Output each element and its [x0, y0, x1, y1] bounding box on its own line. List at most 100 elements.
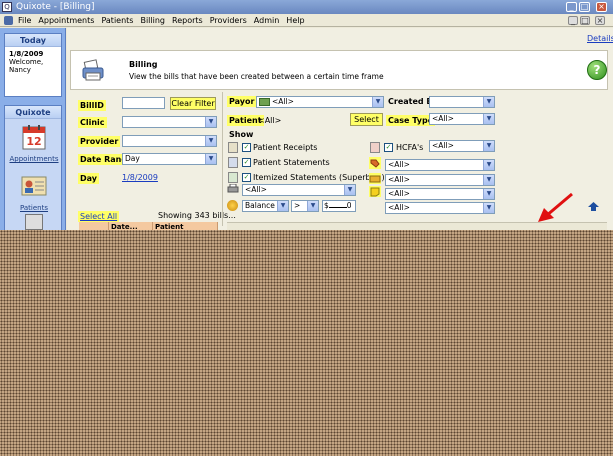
window-title: Quixote - [Billing] — [16, 2, 95, 12]
details-link[interactable]: Details — [587, 34, 613, 43]
tag-icon — [369, 157, 381, 169]
window-titlebar: Q Quixote - [Billing] _ □ × — [0, 0, 613, 14]
show-label: Show — [229, 130, 254, 139]
billing-printer-icon — [81, 59, 105, 83]
welcome-text: Welcome, — [9, 58, 44, 66]
patient-receipts-checkbox[interactable]: ✓ — [242, 143, 251, 152]
home-up-icon[interactable] — [588, 202, 599, 211]
printer-select[interactable]: <All> ▼ — [242, 184, 356, 196]
billid-input[interactable] — [122, 97, 165, 109]
nav-patients[interactable]: Patients — [5, 172, 63, 212]
chevron-down-icon[interactable]: ▼ — [307, 201, 318, 211]
case-type-select[interactable]: <All> ▼ — [429, 113, 495, 125]
chevron-down-icon[interactable]: ▼ — [483, 141, 494, 151]
hcfas-select[interactable]: <All> ▼ — [429, 140, 495, 152]
annotation-arrow-icon — [534, 190, 578, 224]
menu-patients[interactable]: Patients — [101, 14, 133, 27]
hcfas-checkbox[interactable]: ✓ — [384, 143, 393, 152]
quixote-header: Quixote — [5, 106, 61, 119]
balance-select[interactable]: Balance ▼ — [242, 200, 289, 212]
chevron-down-icon[interactable]: ▼ — [205, 117, 216, 127]
day-label: Day — [78, 173, 100, 184]
hcfa-icon — [370, 142, 380, 153]
clinic-select[interactable]: ▼ — [122, 116, 217, 128]
menu-billing[interactable]: Billing — [140, 14, 165, 27]
chevron-down-icon[interactable]: ▼ — [483, 160, 494, 170]
help-icon[interactable]: ? — [587, 60, 607, 80]
mdi-close-button[interactable]: × — [595, 16, 605, 25]
filter-select-1[interactable]: <All> ▼ — [385, 159, 495, 171]
payor-icon — [259, 98, 270, 106]
amount-input[interactable]: $0 — [322, 200, 356, 212]
bill-count-text: Showing 343 bills... — [158, 211, 236, 220]
note-icon — [369, 186, 381, 197]
chevron-down-icon[interactable]: ▼ — [483, 189, 494, 199]
column-divider — [222, 92, 223, 226]
provider-select[interactable]: ▼ — [122, 135, 217, 147]
menu-admin[interactable]: Admin — [254, 14, 280, 27]
itemized-statements-checkbox[interactable]: ✓ — [242, 173, 251, 182]
chevron-down-icon[interactable]: ▼ — [483, 175, 494, 185]
select-all-link[interactable]: Select All — [78, 211, 120, 222]
clear-filter-button[interactable]: Clear Filter — [170, 97, 216, 110]
payor-select[interactable]: <All> ▼ — [256, 96, 384, 108]
nav-appointments[interactable]: 12 Appointments — [5, 123, 63, 163]
billid-label: BillID — [78, 100, 106, 111]
filter-select-3[interactable]: <All> ▼ — [385, 188, 495, 200]
menu-appointments[interactable]: Appointments — [38, 14, 94, 27]
amount-value: 0 — [346, 201, 352, 210]
grid-header-patient[interactable]: Patient — [153, 222, 218, 231]
patient-receipts-label: Patient Receipts — [253, 143, 318, 152]
menu-bar: File Appointments Patients Billing Repor… — [0, 14, 613, 27]
menu-file[interactable]: File — [18, 14, 31, 27]
chevron-down-icon[interactable]: ▼ — [205, 136, 216, 146]
chevron-down-icon[interactable]: ▼ — [205, 154, 216, 164]
chevron-down-icon[interactable]: ▼ — [483, 114, 494, 124]
patient-card-icon — [20, 172, 48, 200]
payor-label: Payor — [227, 96, 257, 107]
chevron-down-icon[interactable]: ▼ — [483, 97, 494, 107]
patient-statements-checkbox[interactable]: ✓ — [242, 158, 251, 167]
mdi-restore-button[interactable]: □ — [580, 16, 590, 25]
minimize-button[interactable]: _ — [566, 2, 577, 12]
grid-header-date[interactable]: Date... — [109, 222, 153, 231]
grid-header-checkbox-column — [79, 222, 109, 230]
patient-statements-label: Patient Statements — [253, 158, 330, 167]
operator-select[interactable]: > ▼ — [291, 200, 319, 212]
patient-select-button[interactable]: Select — [350, 113, 383, 126]
nav-appointments-label: Appointments — [9, 155, 59, 163]
close-button[interactable]: × — [596, 2, 607, 12]
banner-title: Billing — [129, 60, 158, 69]
calendar-day: 12 — [26, 135, 41, 148]
superbill-icon — [228, 172, 238, 183]
chevron-down-icon[interactable]: ▼ — [372, 97, 383, 107]
today-panel: Today 1/8/2009 Welcome, Nancy — [4, 33, 62, 97]
menu-help[interactable]: Help — [286, 14, 304, 27]
mdi-minimize-button[interactable]: _ — [568, 16, 578, 25]
chevron-down-icon[interactable]: ▼ — [483, 203, 494, 213]
menu-reports[interactable]: Reports — [172, 14, 203, 27]
case-type-label: Case Type — [386, 115, 436, 126]
today-date: 1/8/2009 — [9, 50, 44, 58]
billing-banner: Billing View the bills that have been cr… — [70, 50, 608, 90]
chevron-down-icon[interactable]: ▼ — [277, 201, 288, 211]
filter-select-4[interactable]: <All> ▼ — [385, 202, 495, 214]
day-value-link[interactable]: 1/8/2009 — [122, 173, 158, 182]
hcfas-label: HCFA's — [396, 143, 424, 152]
provider-label: Provider — [78, 136, 121, 147]
filter-select-2[interactable]: <All> ▼ — [385, 174, 495, 186]
menu-providers[interactable]: Providers — [210, 14, 247, 27]
created-by-select[interactable]: ▼ — [429, 96, 495, 108]
itemized-statements-label: Itemized Statements (Superbills) — [253, 173, 385, 182]
calendar-icon: 12 — [20, 123, 48, 151]
billing-nav-icon[interactable] — [25, 214, 43, 230]
chevron-down-icon[interactable]: ▼ — [344, 185, 355, 195]
amount-underline — [328, 201, 347, 208]
app-icon: Q — [2, 2, 12, 12]
maximize-button[interactable]: □ — [579, 2, 590, 12]
date-range-select[interactable]: Day ▼ — [122, 153, 217, 165]
sidebar: Today 1/8/2009 Welcome, Nancy Quixote 12… — [0, 28, 66, 231]
envelope-icon — [369, 173, 381, 184]
coin-icon — [227, 200, 238, 211]
banner-description: View the bills that have been created be… — [129, 72, 384, 81]
